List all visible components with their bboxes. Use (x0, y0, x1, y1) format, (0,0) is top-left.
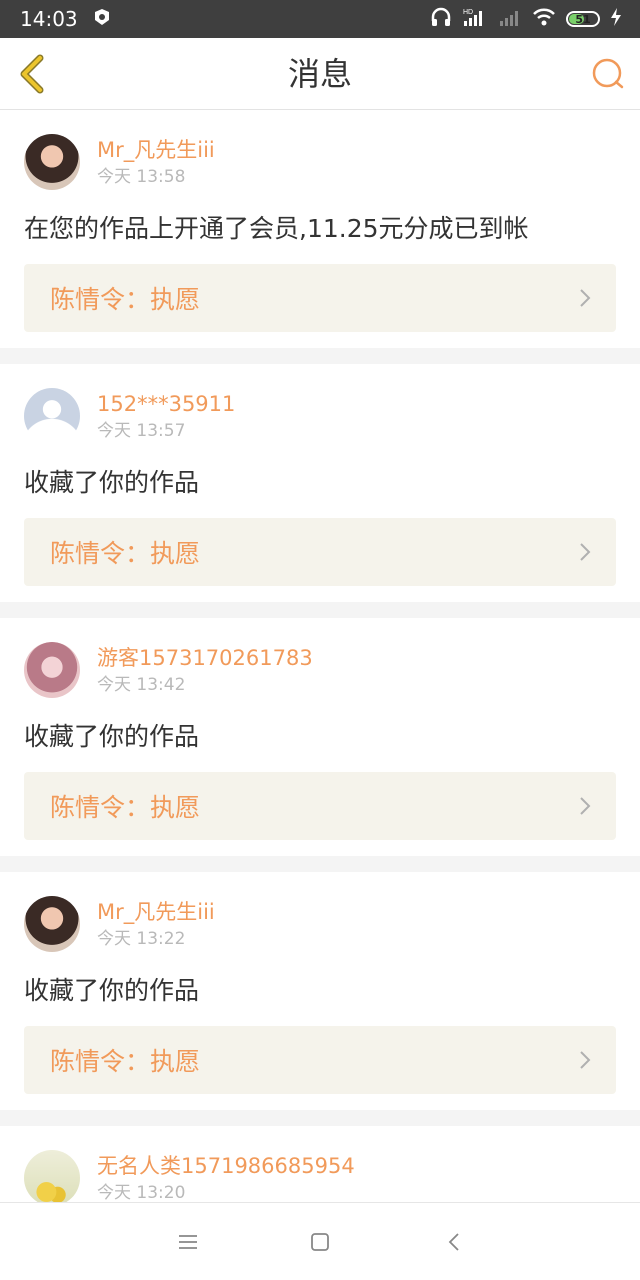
home-square-icon (311, 1233, 329, 1251)
battery-level: 51 (575, 12, 591, 26)
work-title: 陈情令：执愿 (50, 285, 201, 314)
home-button[interactable] (308, 1230, 332, 1254)
message-card: 游客1573170261783 今天 13:42 收藏了你的作品 陈情令：执愿 (0, 618, 640, 856)
avatar[interactable] (24, 896, 80, 952)
app-notification-icon (92, 7, 112, 32)
sender-name[interactable]: 152***35911 (97, 391, 235, 417)
headphones-icon (430, 7, 452, 31)
message-text: 收藏了你的作品 (24, 468, 200, 497)
header-bar: 消息 (0, 38, 640, 110)
message-time: 今天 13:20 (97, 1182, 186, 1203)
chevron-right-icon (580, 289, 591, 307)
work-link[interactable]: 陈情令：执愿 (24, 772, 616, 840)
signal-weak-icon (498, 7, 522, 31)
wifi-icon (532, 7, 556, 31)
message-header: 无名人类1571986685954 今天 13:20 (24, 1150, 616, 1202)
signal-icon: HD (462, 7, 488, 31)
message-time: 今天 13:22 (97, 928, 186, 949)
menu-button[interactable] (176, 1230, 200, 1254)
message-text: 收藏了你的作品 (24, 976, 200, 1005)
menu-icon (179, 1235, 197, 1249)
work-link[interactable]: 陈情令：执愿 (24, 1026, 616, 1094)
message-header: Mr_凡先生iii 今天 13:58 (24, 134, 616, 190)
message-list[interactable]: Mr_凡先生iii 今天 13:58 在您的作品上开通了会员,11.25元分成已… (0, 110, 640, 1202)
message-card: Mr_凡先生iii 今天 13:22 收藏了你的作品 陈情令：执愿 (0, 872, 640, 1110)
avatar[interactable] (24, 388, 80, 444)
avatar[interactable] (24, 1150, 80, 1202)
avatar[interactable] (24, 134, 80, 190)
sender-name[interactable]: Mr_凡先生iii (97, 899, 215, 925)
work-title: 陈情令：执愿 (50, 793, 201, 822)
nav-back-icon (448, 1233, 459, 1251)
message-card: Mr_凡先生iii 今天 13:58 在您的作品上开通了会员,11.25元分成已… (0, 110, 640, 348)
status-bar: 14:03 HD 51 (0, 0, 640, 38)
message-card: 152***35911 今天 13:57 收藏了你的作品 陈情令：执愿 (0, 364, 640, 602)
work-link[interactable]: 陈情令：执愿 (24, 264, 616, 332)
sender-name[interactable]: 无名人类1571986685954 (97, 1153, 355, 1179)
battery-indicator: 51 (566, 11, 600, 27)
work-title: 陈情令：执愿 (50, 539, 201, 568)
message-time: 今天 13:58 (97, 166, 186, 187)
chevron-right-icon (580, 1051, 591, 1069)
charging-icon (610, 7, 622, 31)
message-time: 今天 13:57 (97, 420, 186, 441)
message-card: 无名人类1571986685954 今天 13:20 (0, 1126, 640, 1202)
message-time: 今天 13:42 (97, 674, 186, 695)
status-time: 14:03 (20, 7, 78, 31)
message-header: 152***35911 今天 13:57 (24, 388, 616, 444)
nav-back-button[interactable] (443, 1230, 467, 1254)
message-text: 收藏了你的作品 (24, 722, 200, 751)
work-link[interactable]: 陈情令：执愿 (24, 518, 616, 586)
svg-text:HD: HD (463, 9, 473, 16)
system-nav-bar (0, 1202, 640, 1280)
search-icon (592, 58, 624, 89)
search-button[interactable] (590, 56, 626, 92)
work-title: 陈情令：执愿 (50, 1047, 201, 1076)
page-title: 消息 (287, 55, 352, 93)
message-text: 在您的作品上开通了会员,11.25元分成已到帐 (24, 214, 529, 243)
avatar[interactable] (24, 642, 80, 698)
sender-name[interactable]: Mr_凡先生iii (97, 137, 215, 163)
sender-name[interactable]: 游客1573170261783 (97, 645, 313, 671)
message-header: Mr_凡先生iii 今天 13:22 (24, 896, 616, 952)
chevron-right-icon (580, 797, 591, 815)
chevron-right-icon (580, 543, 591, 561)
message-header: 游客1573170261783 今天 13:42 (24, 642, 616, 698)
